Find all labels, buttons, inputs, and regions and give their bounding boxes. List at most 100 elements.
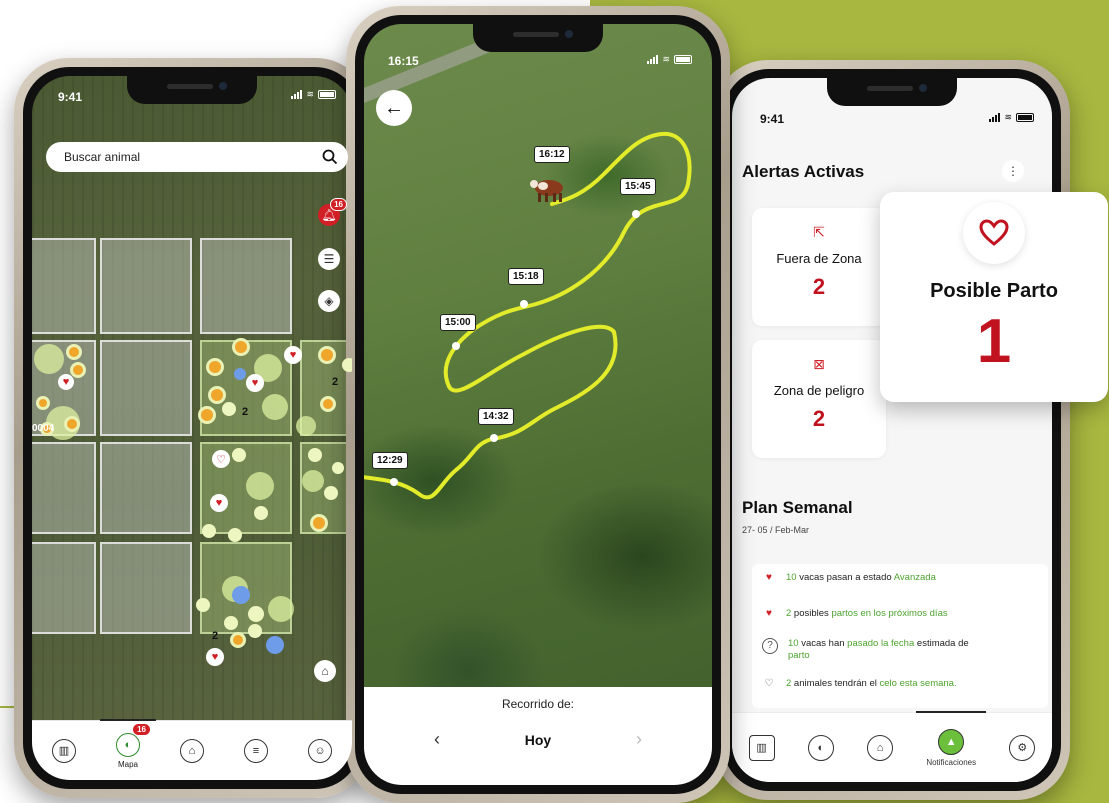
cow-icon[interactable] bbox=[529, 174, 567, 204]
animal-marker[interactable] bbox=[222, 402, 236, 416]
cluster-count[interactable]: 2 bbox=[332, 376, 338, 388]
date-range: 27- 05 / Feb-Mar bbox=[742, 525, 810, 535]
animal-tag: 0004 bbox=[32, 423, 55, 434]
status-icons: ≋ bbox=[647, 54, 692, 65]
animal-marker[interactable] bbox=[196, 598, 210, 612]
animal-marker[interactable] bbox=[232, 586, 250, 604]
alert-card-outside-zone[interactable]: ⇱ Fuera de Zona 2 bbox=[752, 208, 886, 326]
wifi-icon: ≋ bbox=[662, 54, 670, 64]
weekly-plan-list: ♥ 10 vacas pasan a estado Avanzada ♥ 2 p… bbox=[752, 564, 1048, 708]
heart-outline-icon[interactable]: ♡ bbox=[212, 450, 230, 468]
chevron-right-icon[interactable]: › bbox=[636, 729, 642, 750]
nav-item-map[interactable]: ◐ bbox=[807, 734, 834, 761]
route-time-label[interactable]: 15:45 bbox=[620, 178, 656, 195]
nav-item-list[interactable]: ≡ bbox=[244, 738, 268, 763]
animal-marker[interactable] bbox=[234, 368, 246, 380]
route-time-label[interactable]: 12:29 bbox=[372, 452, 408, 469]
bell-icon: ▲ bbox=[938, 728, 965, 755]
cluster-count[interactable]: 2 bbox=[242, 406, 248, 418]
chart-icon: ▥ bbox=[52, 738, 76, 763]
animal-marker[interactable] bbox=[246, 472, 274, 500]
animal-marker[interactable] bbox=[266, 636, 284, 654]
nav-item-barn[interactable]: ⌂ bbox=[867, 734, 894, 761]
route-time-label[interactable]: 15:00 bbox=[440, 314, 476, 331]
animal-marker[interactable] bbox=[324, 486, 338, 500]
filter-button[interactable]: ☰ bbox=[318, 248, 340, 270]
animal-marker[interactable] bbox=[66, 344, 82, 360]
nav-item-profile[interactable]: ☺ bbox=[308, 738, 332, 763]
nav-item-stats[interactable]: ▥ bbox=[52, 738, 76, 763]
animal-marker[interactable] bbox=[320, 396, 336, 412]
heart-icon[interactable]: ♥ bbox=[206, 648, 224, 666]
heart-icon[interactable]: ♥ bbox=[246, 374, 264, 392]
map-field bbox=[32, 238, 96, 334]
search-icon[interactable] bbox=[322, 149, 338, 165]
notification-badge: 16 bbox=[330, 198, 347, 211]
alert-card-possible-birth[interactable]: Posible Parto 1 bbox=[880, 192, 1108, 402]
alerts-button[interactable]: 🔔︎ 16 bbox=[318, 198, 347, 226]
animal-marker[interactable] bbox=[202, 524, 216, 538]
battery-icon bbox=[1016, 113, 1034, 122]
animal-marker[interactable] bbox=[248, 624, 262, 638]
animal-marker[interactable] bbox=[302, 470, 324, 492]
route-time-label[interactable]: 16:12 bbox=[534, 146, 570, 163]
animal-marker[interactable] bbox=[342, 358, 352, 372]
search-input[interactable]: Buscar animal bbox=[46, 142, 348, 172]
nav-item-stats[interactable]: ▥ bbox=[748, 734, 775, 761]
animal-marker[interactable] bbox=[308, 448, 322, 462]
nav-badge: 16 bbox=[133, 723, 150, 735]
barn-button[interactable]: ⌂ bbox=[314, 660, 336, 682]
animal-marker[interactable] bbox=[36, 396, 50, 410]
animal-marker[interactable] bbox=[64, 416, 80, 432]
animal-marker[interactable] bbox=[318, 346, 336, 364]
signal-icon bbox=[647, 55, 659, 64]
search-placeholder: Buscar animal bbox=[64, 150, 141, 164]
animal-marker[interactable] bbox=[268, 596, 294, 622]
animal-marker[interactable] bbox=[208, 386, 226, 404]
nav-label-notifications: Notificaciones bbox=[926, 757, 977, 767]
animal-marker[interactable] bbox=[70, 362, 86, 378]
route-time-label[interactable]: 14:32 bbox=[478, 408, 514, 425]
animal-marker[interactable] bbox=[296, 416, 316, 436]
heart-icon[interactable]: ♥ bbox=[284, 346, 302, 364]
phone-alerts: 9:41 ≋ Alertas Activas ⋮ ⇱ Fuera de Zona… bbox=[714, 60, 1070, 800]
battery-icon bbox=[318, 90, 336, 99]
route-time-label[interactable]: 15:18 bbox=[508, 268, 544, 285]
animal-marker[interactable] bbox=[232, 448, 246, 462]
animal-marker[interactable] bbox=[230, 632, 246, 648]
animal-marker[interactable] bbox=[198, 406, 216, 424]
back-button[interactable]: ← bbox=[376, 90, 412, 126]
route-day[interactable]: Hoy bbox=[525, 732, 551, 748]
animal-marker[interactable] bbox=[34, 344, 64, 374]
cluster-count[interactable]: 2 bbox=[212, 630, 218, 642]
animal-marker[interactable] bbox=[254, 506, 268, 520]
nav-item-barn[interactable]: ⌂ bbox=[180, 738, 204, 763]
animal-marker[interactable] bbox=[332, 462, 344, 474]
list-item[interactable]: ♥ 10 vacas pasan a estado Avanzada bbox=[762, 572, 936, 585]
animal-marker[interactable] bbox=[228, 528, 242, 542]
heart-icon[interactable]: ♥ bbox=[210, 494, 228, 512]
animal-marker[interactable] bbox=[232, 338, 250, 356]
route-point bbox=[520, 300, 528, 308]
nav-item-settings[interactable]: ⚙ bbox=[1009, 734, 1036, 761]
chevron-left-icon[interactable]: ‹ bbox=[434, 729, 440, 750]
sliders-icon: ☰ bbox=[323, 252, 335, 266]
barn-icon: ⌂ bbox=[321, 664, 329, 678]
animal-marker[interactable] bbox=[310, 514, 328, 532]
map-field bbox=[100, 238, 192, 334]
layers-button[interactable]: ◈ bbox=[318, 290, 340, 312]
animal-marker[interactable] bbox=[224, 616, 238, 630]
list-item[interactable]: ♡ 2 animales tendrán el celo esta semana… bbox=[762, 678, 957, 691]
list-item[interactable]: ♥ 2 posibles partos en los próximos días bbox=[762, 608, 948, 621]
heart-outline-icon: ♡ bbox=[764, 678, 774, 689]
heart-icon[interactable]: ♥ bbox=[58, 374, 74, 390]
animal-marker[interactable] bbox=[262, 394, 288, 420]
more-menu-button[interactable]: ⋮ bbox=[1002, 160, 1024, 182]
map-field bbox=[100, 442, 192, 534]
animal-marker[interactable] bbox=[248, 606, 264, 622]
nav-item-map[interactable]: ◐ 16 Mapa bbox=[100, 718, 156, 769]
animal-marker[interactable] bbox=[206, 358, 224, 376]
list-item[interactable]: ? 10 vacas han pasado la fecha estimada … bbox=[762, 638, 969, 662]
nav-item-notifications[interactable]: ▲ Notificaciones bbox=[916, 710, 986, 767]
alert-card-danger-zone[interactable]: ⊠ Zona de peligro 2 bbox=[752, 340, 886, 458]
